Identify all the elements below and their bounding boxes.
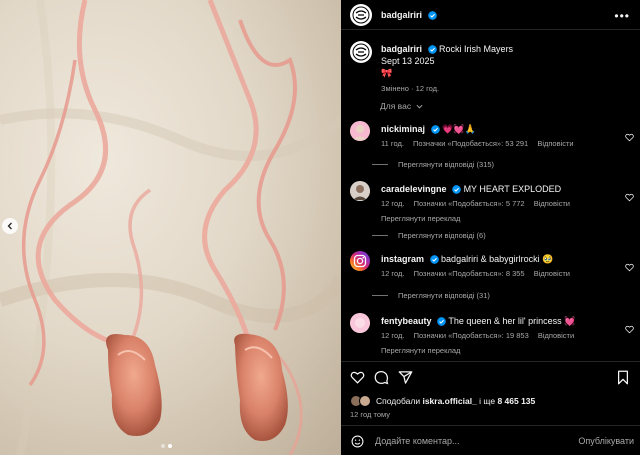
author-avatar[interactable] <box>350 4 372 26</box>
comment-icon[interactable] <box>374 370 389 385</box>
comment-text: 💗💓🙏 <box>442 124 476 134</box>
carousel-dot <box>161 444 165 448</box>
comment-likes-count[interactable]: Позначки «Подобається»: 5 772 <box>414 199 525 208</box>
view-replies-label[interactable]: Переглянути відповіді (31) <box>398 291 490 300</box>
comment-text: badgalriri & babygirlrocki 🥹 <box>441 254 554 264</box>
verified-badge-icon <box>430 125 440 134</box>
likes-middle: і ще <box>479 396 496 406</box>
comment-time[interactable]: 12 год. <box>381 331 404 340</box>
heart-icon <box>625 193 634 202</box>
replies-divider <box>372 235 388 236</box>
reply-button[interactable]: Відповісти <box>534 199 570 208</box>
more-options-button[interactable]: ••• <box>614 9 630 23</box>
left-ballet-shoe <box>106 334 162 436</box>
badgalriri-logo-icon <box>352 43 370 61</box>
avatar-photo <box>350 181 370 201</box>
author-username-text[interactable]: badgalriri <box>381 10 422 20</box>
comment-time[interactable]: 12 год. <box>381 269 404 278</box>
verified-badge-icon <box>427 45 437 54</box>
chevron-left-icon <box>7 222 12 230</box>
caption-meta: Змінено · 12 год. <box>381 84 440 93</box>
like-comment-button[interactable] <box>625 129 634 147</box>
verified-badge-icon <box>437 317 446 326</box>
commenter-username[interactable]: nickiminaj <box>381 124 425 134</box>
commenter-username[interactable]: instagram <box>381 254 424 264</box>
bookmark-icon <box>618 370 628 385</box>
caption-emoji: 🎀 <box>381 68 393 78</box>
heart-icon <box>625 325 634 334</box>
ribbon-shoes-photo <box>0 0 341 455</box>
comment-likes-count[interactable]: Позначки «Подобається»: 8 355 <box>414 269 525 278</box>
view-replies-button[interactable]: Переглянути відповіді (6) <box>372 231 486 240</box>
comment-sort-label[interactable]: Для вас <box>380 101 411 111</box>
post-actions: Сподобали iskra.official_ і ще 8 465 135… <box>341 361 640 455</box>
commenter-avatar[interactable] <box>350 313 370 333</box>
like-comment-button[interactable] <box>625 259 634 277</box>
save-button[interactable] <box>616 370 630 390</box>
see-translation-link[interactable]: Переглянути переклад <box>381 213 621 225</box>
post-time[interactable]: 12 год тому <box>350 410 390 419</box>
caption-username[interactable]: badgalriri <box>381 44 422 54</box>
caption-avatar[interactable] <box>350 41 372 63</box>
replies-divider <box>372 295 388 296</box>
heart-icon <box>625 263 634 272</box>
commenter-username[interactable]: caradelevingne <box>381 184 447 194</box>
chevron-down-icon <box>416 105 423 109</box>
more-icon: ••• <box>614 9 630 23</box>
heart-icon[interactable] <box>350 370 365 385</box>
comment-sort-dropdown[interactable]: Для вас <box>380 101 423 111</box>
comment-time[interactable]: 12 год. <box>381 199 404 208</box>
liker-username[interactable]: iskra.official_ <box>422 396 476 406</box>
reply-button[interactable]: Відповісти <box>534 269 570 278</box>
view-replies-button[interactable]: Переглянути відповіді (31) <box>372 291 490 300</box>
comment-composer: Додайте коментар... Опублікувати <box>341 425 640 455</box>
instagram-logo-icon <box>353 254 367 268</box>
emoji-icon <box>351 435 364 448</box>
liker-avatar <box>359 395 371 407</box>
comment-likes-count[interactable]: Позначки «Подобається»: 19 853 <box>414 331 529 340</box>
view-replies-button[interactable]: Переглянути відповіді (315) <box>372 160 494 169</box>
commenter-avatar[interactable] <box>350 251 370 271</box>
share-icon[interactable] <box>398 370 413 385</box>
caption-text: Rocki Irish Mayers <box>439 44 514 54</box>
verified-badge-icon <box>429 255 439 264</box>
commenter-avatar[interactable] <box>350 181 370 201</box>
reply-button[interactable]: Відповісти <box>538 331 574 340</box>
comment-likes-count[interactable]: Позначки «Подобається»: 53 291 <box>413 139 528 148</box>
emoji-button[interactable] <box>351 435 364 453</box>
likes-count[interactable]: 8 465 135 <box>497 396 535 406</box>
commenter-avatar[interactable] <box>350 121 370 141</box>
comment-text: The queen & her lil' princess 💓 <box>448 316 576 326</box>
previous-photo-button[interactable] <box>2 218 18 234</box>
likes-summary[interactable]: Сподобали iskra.official_ і ще 8 465 135 <box>350 395 535 407</box>
like-comment-button[interactable] <box>625 189 634 207</box>
see-translation-link[interactable]: Переглянути переклад <box>381 345 621 357</box>
avatar-photo <box>350 121 370 141</box>
comment-input[interactable]: Додайте коментар... <box>375 436 460 446</box>
view-replies-label[interactable]: Переглянути відповіді (315) <box>398 160 494 169</box>
author-username[interactable]: badgalriri <box>381 10 437 20</box>
like-comment-button[interactable] <box>625 321 634 339</box>
verified-badge-icon <box>452 185 461 194</box>
post-header: badgalriri ••• <box>341 0 640 30</box>
badgalriri-logo-icon <box>352 6 370 24</box>
replies-divider <box>372 164 388 165</box>
reply-button[interactable]: Відповісти <box>537 139 573 148</box>
avatar-photo <box>350 313 370 333</box>
comment-item: fentybeauty The queen & her lil' princes… <box>350 313 635 360</box>
verified-badge-icon <box>427 11 437 20</box>
post-image[interactable] <box>0 0 341 455</box>
commenter-username[interactable]: fentybeauty <box>381 316 432 326</box>
comment-time[interactable]: 11 год. <box>381 139 404 148</box>
view-replies-label[interactable]: Переглянути відповіді (6) <box>398 231 486 240</box>
likes-prefix: Сподобали <box>376 396 421 406</box>
caption-date: Sept 13 2025 <box>381 56 435 66</box>
post-comment-button[interactable]: Опублікувати <box>578 436 634 446</box>
comments-scroll[interactable]: badgalriri Rocki Irish Mayers Sept 13 20… <box>341 31 640 360</box>
comment-text: MY HEART EXPLODED <box>463 184 562 194</box>
post-side-panel: badgalriri ••• badgalriri Rocki Irish Ma… <box>341 0 640 455</box>
carousel-dot-active <box>168 444 172 448</box>
carousel-indicator <box>161 444 172 448</box>
heart-icon <box>625 133 634 142</box>
